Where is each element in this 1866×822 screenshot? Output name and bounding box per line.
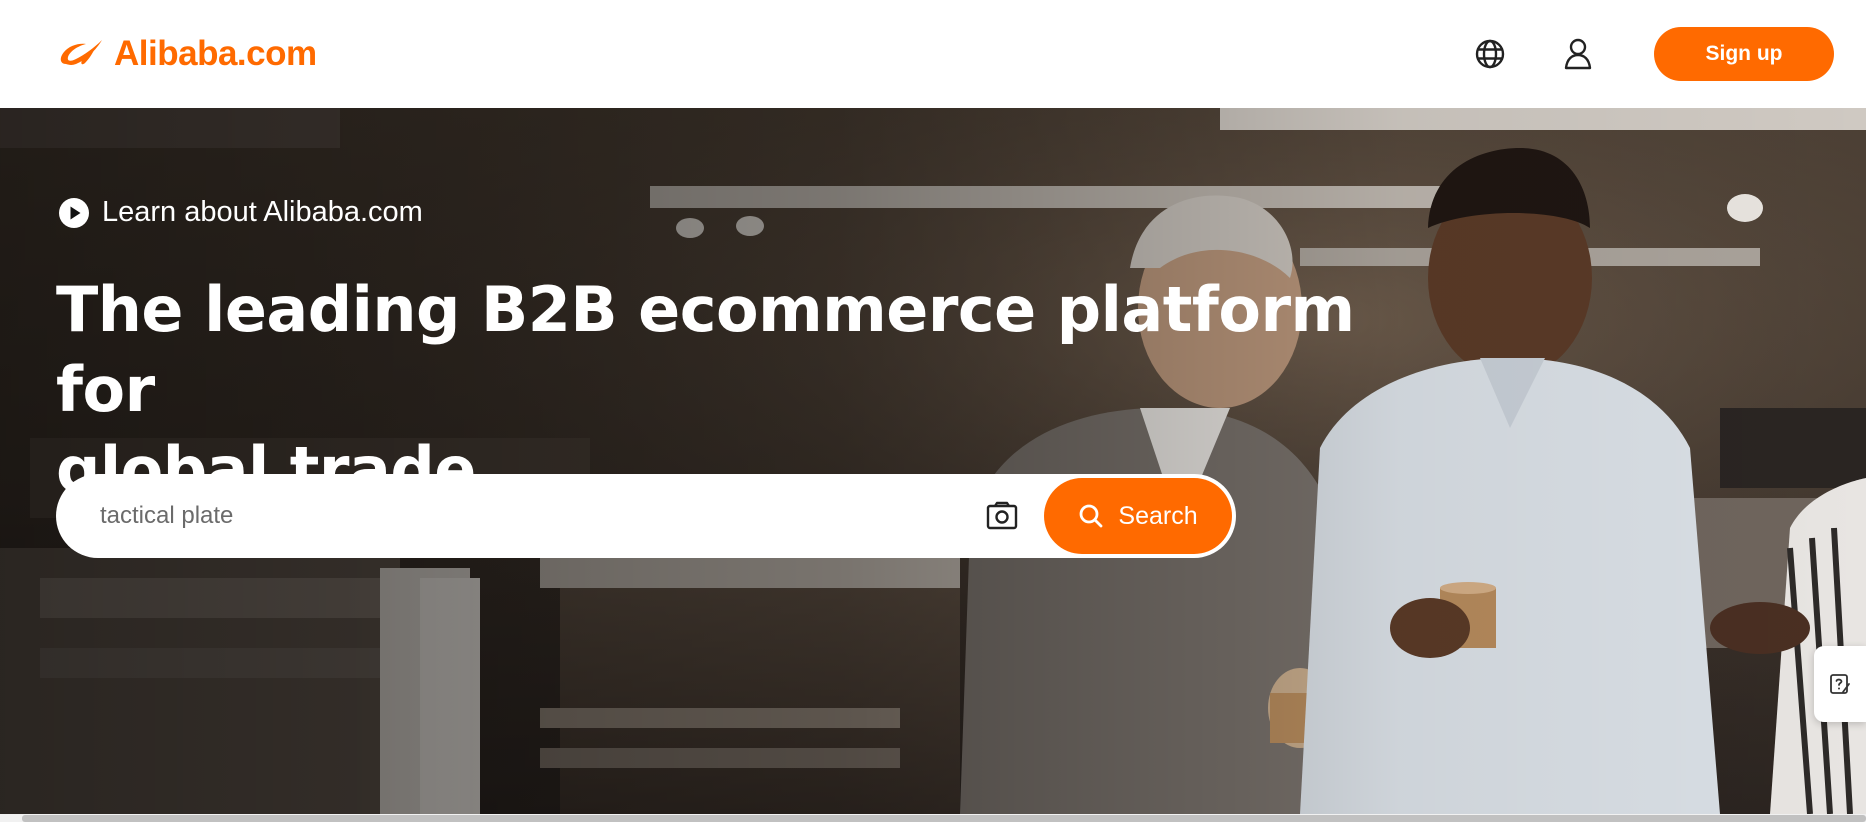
image-search-button[interactable] (978, 492, 1026, 540)
search-button[interactable]: Search (1044, 478, 1232, 554)
horizontal-scrollbar-thumb[interactable] (22, 815, 1866, 822)
camera-icon (986, 501, 1018, 530)
learn-about-link[interactable]: Learn about Alibaba.com (58, 196, 423, 229)
header-actions: Sign up (1466, 27, 1834, 81)
hero-title-line-1: The leading B2B ecommerce platform for (56, 273, 1355, 426)
site-header: Alibaba.com Sign up (0, 0, 1866, 108)
search-button-label: Search (1118, 501, 1198, 530)
alibaba-logo[interactable]: Alibaba.com (56, 34, 317, 74)
hero-section: Learn about Alibaba.com The leading B2B … (0, 108, 1866, 814)
alibaba-logo-mark-icon (60, 40, 102, 65)
globe-icon (1475, 39, 1505, 69)
logo-text: Alibaba.com (114, 34, 317, 73)
play-icon (59, 197, 89, 228)
feedback-tab[interactable] (1814, 646, 1866, 722)
feedback-icon (1830, 674, 1850, 694)
learn-about-label: Learn about Alibaba.com (102, 196, 423, 228)
search-bar: Search (56, 474, 1236, 558)
user-icon (1564, 38, 1592, 70)
search-input[interactable] (98, 486, 978, 546)
language-button[interactable] (1466, 30, 1514, 78)
search-icon (1079, 504, 1103, 528)
account-button[interactable] (1554, 30, 1602, 78)
signup-button[interactable]: Sign up (1654, 27, 1834, 81)
horizontal-scrollbar[interactable] (0, 814, 1866, 822)
